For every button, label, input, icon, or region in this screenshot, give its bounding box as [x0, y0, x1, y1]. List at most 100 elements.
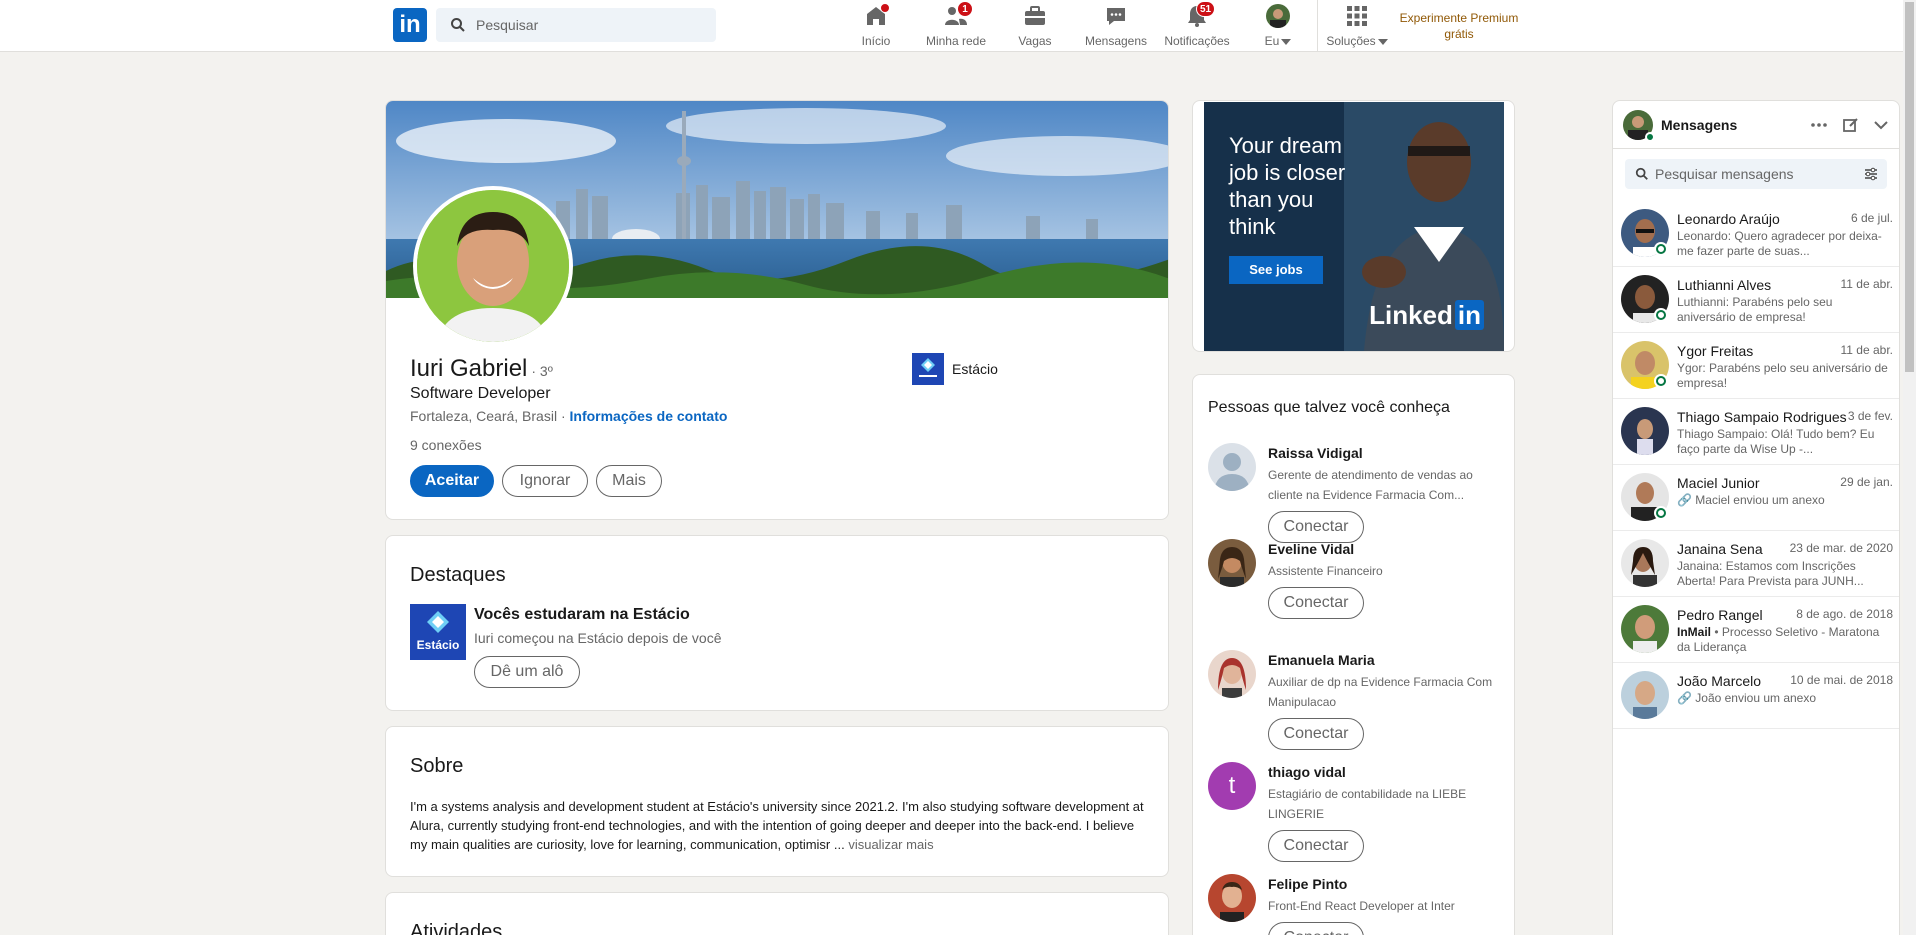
message-search[interactable] [1625, 159, 1887, 189]
grid-icon [1344, 4, 1370, 28]
more-button[interactable]: Mais [596, 465, 662, 497]
activities-title: Atividades [410, 921, 503, 935]
avatar[interactable] [1208, 874, 1256, 922]
conversation-preview: Leonardo: Quero agradecer por deixa-me f… [1677, 229, 1882, 258]
avatar[interactable]: t [1208, 762, 1256, 810]
highlight-subtitle: Iuri começou na Estácio depois de você [474, 630, 722, 646]
avatar [1621, 671, 1669, 719]
conversation-item[interactable]: Janaina Sena 23 de mar. de 2020 Janaina:… [1613, 531, 1899, 597]
contact-info-link[interactable]: Informações de contato [570, 408, 728, 424]
avatar[interactable] [1208, 443, 1256, 491]
conversation-preview: Luthianni: Parabéns pelo seu aniversário… [1677, 295, 1833, 324]
connections-count[interactable]: 9 conexões [410, 437, 482, 453]
avatar [1621, 539, 1669, 587]
conversation-date: 11 de abr. [1840, 343, 1894, 357]
premium-line1: Experimente Premium [1399, 11, 1519, 25]
search-input[interactable] [476, 8, 706, 42]
avatar[interactable] [1208, 539, 1256, 587]
notification-dot [880, 3, 890, 13]
global-search[interactable] [436, 8, 716, 42]
compose-icon[interactable] [1841, 115, 1861, 135]
highlights-card: Destaques Estácio Vocês estudaram na Est… [385, 535, 1169, 711]
linkedin-logo[interactable]: in [393, 8, 427, 42]
online-status-icon [1654, 308, 1668, 322]
chat-icon [1103, 4, 1129, 28]
scrollbar-thumb[interactable] [1905, 2, 1914, 372]
see-more-link[interactable]: visualizar mais [848, 837, 933, 852]
message-search-input[interactable] [1655, 159, 1855, 189]
nav-label: Notificações [1164, 34, 1230, 48]
nav-notifications[interactable]: 51 Notificações [1162, 1, 1232, 50]
more-icon[interactable] [1809, 115, 1829, 135]
conversation-date: 10 de mai. de 2018 [1790, 673, 1893, 687]
conversation-item[interactable]: Ygor Freitas 11 de abr. Ygor: Parabéns p… [1613, 333, 1899, 399]
person-name[interactable]: Raissa Vidigal [1268, 445, 1363, 461]
connect-button[interactable]: Conectar [1268, 511, 1364, 543]
avatar-initial: t [1228, 772, 1236, 799]
messaging-panel: Mensagens Leonardo Araújo 6 de jul. Leon… [1612, 100, 1900, 935]
person-name[interactable]: thiago vidal [1268, 764, 1346, 780]
nav-home[interactable]: Início [858, 3, 894, 50]
nav-solutions[interactable]: Soluções [1325, 4, 1389, 50]
person-name[interactable]: Eveline Vidal [1268, 541, 1354, 557]
conversation-item[interactable]: Leonardo Araújo 6 de jul. Leonardo: Quer… [1613, 201, 1899, 267]
avatar[interactable] [1208, 650, 1256, 698]
say-hi-button[interactable]: Dê um alô [474, 656, 580, 688]
profile-name: Iuri Gabriel [410, 355, 528, 382]
filter-icon[interactable] [1863, 166, 1879, 182]
ad-card[interactable]: Your dream job is closer than you think … [1192, 100, 1515, 352]
conversation-name: Pedro Rangel [1677, 607, 1763, 623]
conversation-name: Janaina Sena [1677, 541, 1763, 557]
highlight-title: Vocês estudaram na Estácio [474, 606, 690, 623]
nav-label: Início [861, 34, 891, 48]
conversation-date: 8 de ago. de 2018 [1796, 607, 1893, 621]
accept-button[interactable]: Aceitar [410, 465, 494, 497]
people-icon: 1 [943, 1, 973, 28]
messaging-title: Mensagens [1661, 117, 1738, 133]
pymk-title: Pessoas que talvez você conheça [1208, 399, 1450, 416]
nav-my-network[interactable]: 1 Minha rede [924, 1, 988, 50]
network-badge: 1 [957, 1, 973, 17]
profile-card: Iuri Gabriel · 3º Software Developer Fort… [385, 100, 1169, 520]
chevron-down-icon[interactable] [1871, 115, 1891, 135]
conversation-item[interactable]: João Marcelo 10 de mai. de 2018 🔗 João e… [1613, 663, 1899, 729]
see-jobs-button[interactable]: See jobs [1229, 256, 1323, 284]
highlights-title: Destaques [410, 564, 506, 586]
person-description: Assistente Financeiro [1268, 564, 1383, 578]
activities-card: Atividades [385, 892, 1169, 935]
nav-messaging[interactable]: Mensagens [1084, 4, 1148, 50]
person-description: Auxiliar de dp na Evidence Farmacia Com … [1268, 675, 1493, 709]
conversation-item[interactable]: Pedro Rangel 8 de ago. de 2018 InMail • … [1613, 597, 1899, 663]
nav-label: Vagas [1018, 34, 1052, 48]
brand-in: in [1454, 300, 1484, 330]
connect-button[interactable]: Conectar [1268, 830, 1364, 862]
ad-banner[interactable]: Your dream job is closer than you think … [1204, 102, 1504, 351]
conversation-name: Thiago Sampaio Rodrigues [1677, 409, 1847, 425]
company-name: Estácio [952, 361, 998, 377]
conversation-item[interactable]: Luthianni Alves 11 de abr. Luthianni: Pa… [1613, 267, 1899, 333]
nav-me[interactable]: Eu [1260, 4, 1296, 50]
person-name[interactable]: Emanuela Maria [1268, 652, 1375, 668]
connect-button[interactable]: Conectar [1268, 922, 1364, 935]
logo-text: Estácio [416, 638, 460, 652]
chevron-down-icon [1377, 38, 1388, 45]
messaging-header[interactable]: Mensagens [1613, 101, 1899, 149]
premium-link[interactable]: Experimente Premium grátis [1394, 10, 1524, 42]
conversation-date: 6 de jul. [1850, 211, 1893, 225]
about-card: Sobre I'm a systems analysis and develop… [385, 726, 1169, 877]
conversation-name: Maciel Junior [1677, 475, 1760, 491]
connect-button[interactable]: Conectar [1268, 718, 1364, 750]
search-icon [1635, 167, 1648, 180]
conversation-item[interactable]: Thiago Sampaio Rodrigues 3 de fev. Thiag… [1613, 399, 1899, 465]
conversation-item[interactable]: Maciel Junior 29 de jan. 🔗 Maciel enviou… [1613, 465, 1899, 531]
profile-headline: Software Developer [410, 385, 551, 402]
nav-jobs[interactable]: Vagas [1017, 4, 1053, 50]
page-scrollbar[interactable] [1903, 0, 1916, 935]
ignore-button[interactable]: Ignorar [502, 465, 588, 497]
avatar [1621, 605, 1669, 653]
connect-button[interactable]: Conectar [1268, 587, 1364, 619]
person-description: Front-End React Developer at Inter [1268, 899, 1455, 913]
person-name[interactable]: Felipe Pinto [1268, 876, 1347, 892]
profile-photo[interactable] [413, 186, 573, 346]
nav-divider [1317, 0, 1318, 52]
